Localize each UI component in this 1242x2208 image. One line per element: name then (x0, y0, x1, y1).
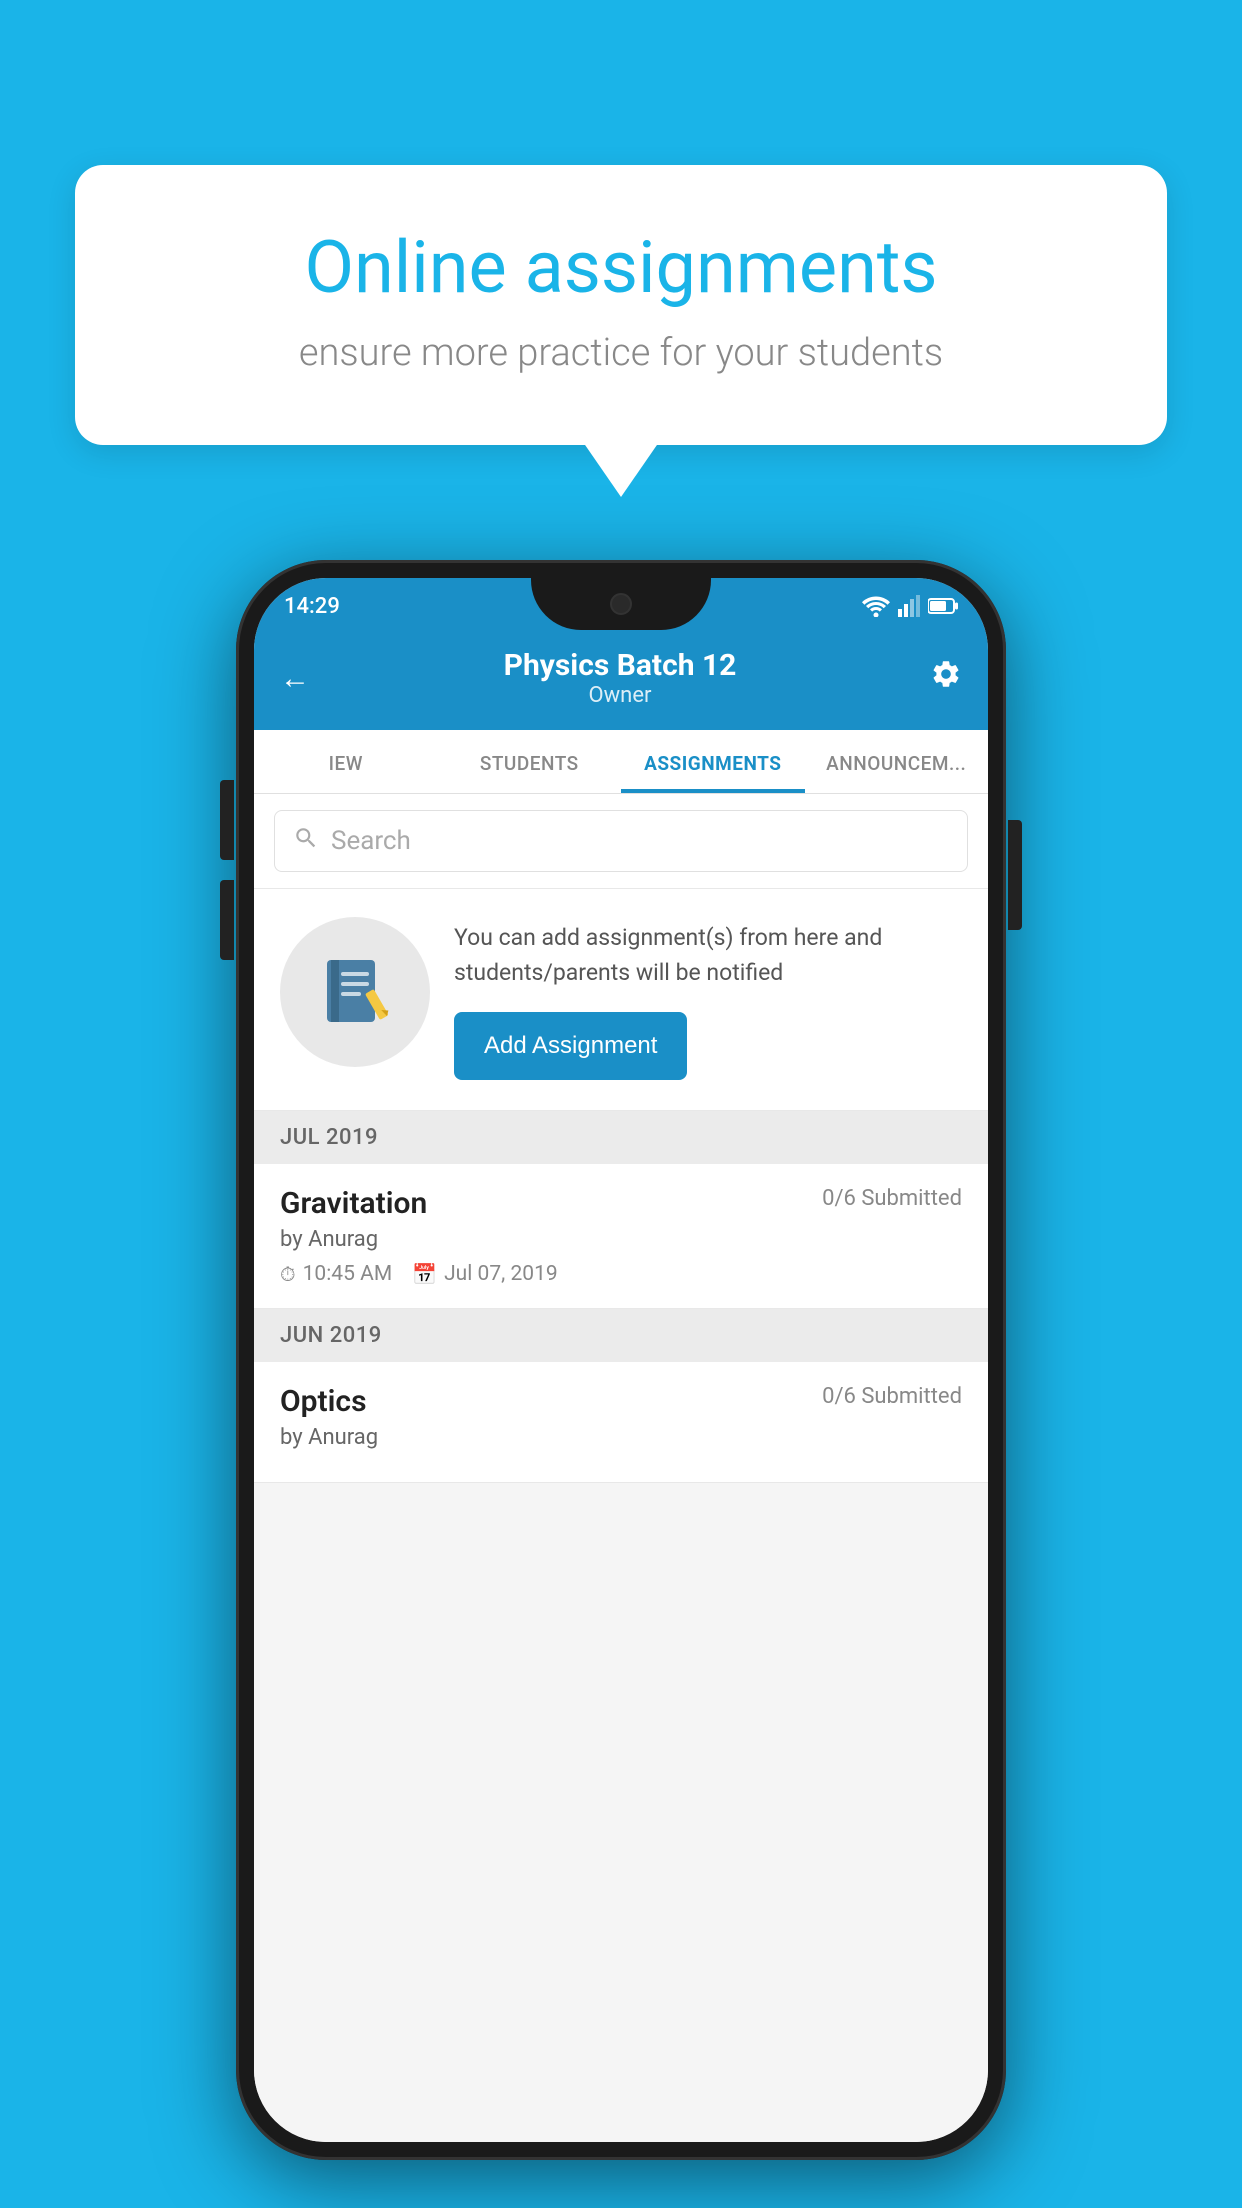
back-button[interactable]: ← (280, 661, 310, 696)
volume-up-button (220, 780, 234, 860)
promo-text: You can add assignment(s) from here and … (454, 921, 962, 990)
add-assignment-button[interactable]: Add Assignment (454, 1012, 687, 1080)
search-icon (293, 825, 319, 857)
phone-notch (531, 578, 711, 630)
wifi-icon (862, 595, 890, 617)
tab-iew[interactable]: IEW (254, 730, 438, 793)
header-title: Physics Batch 12 (504, 648, 737, 683)
assignment-by-optics: by Anurag (280, 1425, 962, 1450)
volume-down-button (220, 880, 234, 960)
signal-icon (898, 595, 920, 617)
assignment-row-top-optics: Optics 0/6 Submitted (280, 1384, 962, 1419)
assignment-meta-gravitation: ⏱ 10:45 AM 📅 Jul 07, 2019 (280, 1262, 962, 1286)
search-input-wrapper[interactable]: Search (274, 810, 968, 872)
assignment-date-gravitation: 📅 Jul 07, 2019 (412, 1262, 558, 1286)
assignment-item-optics[interactable]: Optics 0/6 Submitted by Anurag (254, 1362, 988, 1483)
clock-icon: ⏱ (280, 1262, 296, 1286)
assignment-submitted-gravitation: 0/6 Submitted (822, 1186, 962, 1211)
assignment-time-gravitation: ⏱ 10:45 AM (280, 1262, 392, 1286)
power-button (1008, 820, 1022, 930)
front-camera (610, 593, 632, 615)
header-center: Physics Batch 12 Owner (504, 648, 737, 708)
tab-announcements[interactable]: ANNOUNCEM... (805, 730, 989, 793)
status-time: 14:29 (284, 594, 340, 619)
settings-icon[interactable] (930, 658, 962, 698)
speech-bubble: Online assignments ensure more practice … (75, 165, 1167, 445)
promo-icon (280, 917, 430, 1067)
phone-device: 14:29 (236, 560, 1006, 2160)
promo-section: You can add assignment(s) from here and … (254, 889, 988, 1111)
assignment-item-gravitation[interactable]: Gravitation 0/6 Submitted by Anurag ⏱ 10… (254, 1164, 988, 1309)
month-separator-jul: JUL 2019 (254, 1111, 988, 1164)
assignment-name-gravitation: Gravitation (280, 1186, 427, 1221)
assignment-by-gravitation: by Anurag (280, 1227, 962, 1252)
notebook-icon (315, 952, 395, 1032)
assignment-row-top: Gravitation 0/6 Submitted (280, 1186, 962, 1221)
speech-bubble-title: Online assignments (145, 225, 1097, 311)
tabs-bar: IEW STUDENTS ASSIGNMENTS ANNOUNCEM... (254, 730, 988, 794)
tab-assignments[interactable]: ASSIGNMENTS (621, 730, 805, 793)
speech-bubble-subtitle: ensure more practice for your students (145, 331, 1097, 375)
status-icons (862, 595, 958, 617)
header-subtitle: Owner (504, 683, 737, 708)
calendar-icon: 📅 (412, 1262, 437, 1286)
assignment-submitted-optics: 0/6 Submitted (822, 1384, 962, 1409)
month-separator-jun: JUN 2019 (254, 1309, 988, 1362)
phone-content: Search (254, 794, 988, 2142)
app-header: ← Physics Batch 12 Owner (254, 630, 988, 730)
promo-content: You can add assignment(s) from here and … (454, 917, 962, 1080)
battery-icon (928, 597, 958, 615)
search-container: Search (254, 794, 988, 889)
assignment-name-optics: Optics (280, 1384, 367, 1419)
search-placeholder: Search (331, 826, 411, 856)
phone-screen: 14:29 (254, 578, 988, 2142)
tab-students[interactable]: STUDENTS (438, 730, 622, 793)
